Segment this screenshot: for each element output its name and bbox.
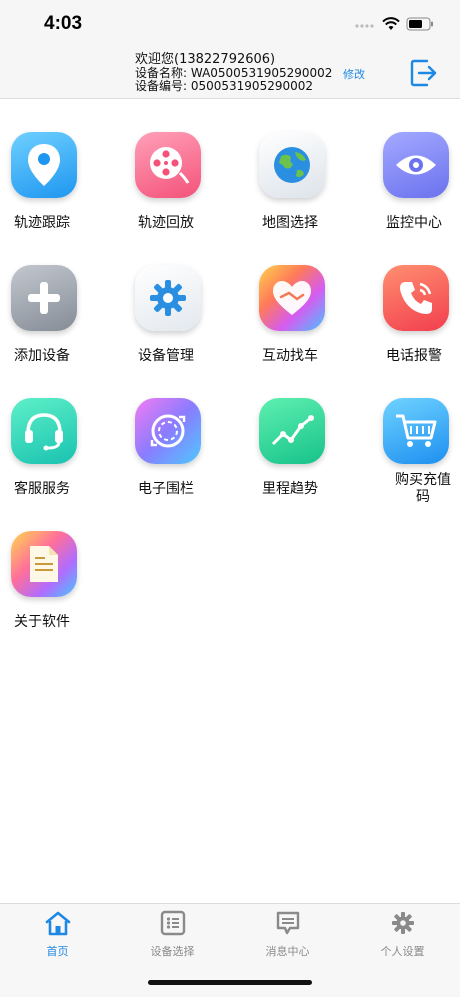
logout-icon[interactable] [408,57,440,89]
tile-label: 轨迹跟踪 [14,215,70,231]
status-bar: 4:03 [0,0,460,50]
home-indicator [148,980,312,985]
trend-line-icon [259,398,325,464]
battery-icon [406,16,434,35]
tile-label: 监控中心 [386,215,442,231]
gear-icon [135,265,201,331]
wifi-icon [382,16,400,35]
film-reel-icon [135,132,201,198]
tab-message-center[interactable]: 消息中心 [230,910,345,959]
tab-device-select-label: 设备选择 [150,945,195,958]
signal-icon [354,16,376,35]
tile-label: 关于软件 [14,614,70,630]
tile-label: 地图选择 [262,215,318,231]
tile-label: 设备管理 [138,348,194,364]
fence-ring-icon [135,398,201,464]
tab-home[interactable]: 首页 [0,910,115,959]
tab-message-center-label: 消息中心 [265,945,310,958]
globe-icon [259,132,325,198]
eye-icon [383,132,449,198]
tile-label: 客服服务 [14,481,70,497]
tile-label: 互动找车 [262,348,318,364]
plus-icon [11,265,77,331]
status-icons [354,16,434,35]
shopping-cart-icon [383,398,449,464]
tile-label: 里程趋势 [262,481,318,497]
gear-icon [390,912,416,940]
home-icon [44,911,72,940]
tile-label: 购买充值码 [395,472,451,505]
document-icon [11,531,77,597]
tab-device-select[interactable]: 设备选择 [115,910,230,959]
message-icon [275,911,301,940]
location-pin-icon [11,132,77,198]
tab-home-label: 首页 [46,945,69,958]
headset-icon [11,398,77,464]
tile-label: 电子围栏 [138,481,194,497]
edit-button[interactable]: 修改 [343,66,365,82]
handshake-heart-icon [259,265,325,331]
tile-label: 轨迹回放 [138,215,194,231]
tile-label: 电话报警 [386,348,442,364]
device-number: 设备编号: 0500531905290002 [135,79,314,93]
header: 欢迎您(13822792606) 设备名称: WA050053190529000… [0,50,460,99]
tab-personal-settings[interactable]: 个人设置 [345,910,460,959]
welcome-text: 欢迎您(13822792606) [135,52,276,67]
list-grid-icon [160,910,186,940]
tab-personal-settings-label: 个人设置 [380,945,425,958]
status-time: 4:03 [44,13,83,34]
tile-label: 添加设备 [14,348,70,364]
phone-icon [383,265,449,331]
